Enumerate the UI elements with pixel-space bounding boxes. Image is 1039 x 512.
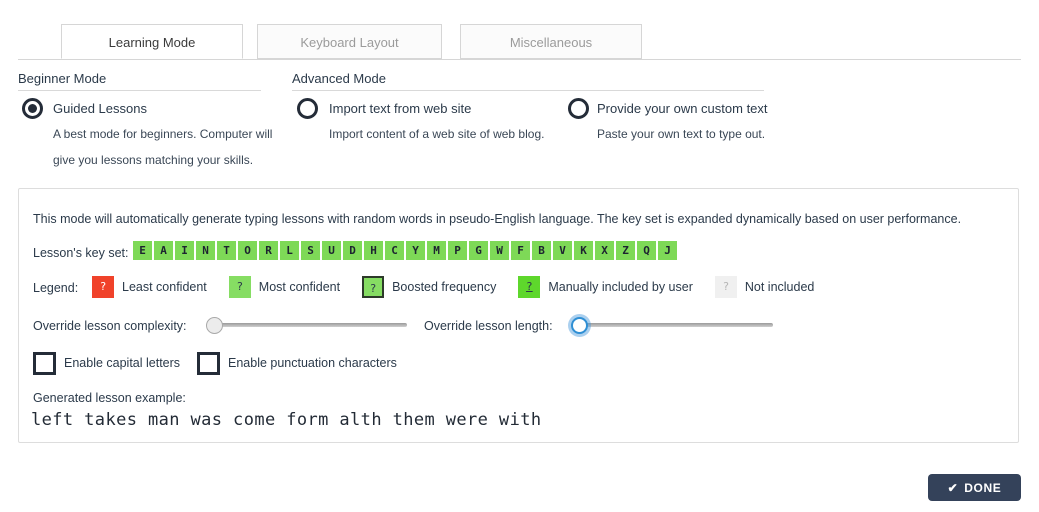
label-capital-letters[interactable]: Enable capital letters	[64, 356, 180, 370]
slider-complexity-label: Override lesson complexity:	[33, 319, 187, 333]
legend-item-least-confident: ? Least confident	[92, 276, 207, 298]
desc-guided-lessons-line2: give you lessons matching your skills.	[53, 153, 254, 167]
keyset-key[interactable]: S	[301, 241, 320, 260]
keyset-key[interactable]: B	[532, 241, 551, 260]
keyset-key[interactable]: Q	[637, 241, 656, 260]
keyset-key[interactable]: O	[238, 241, 257, 260]
checkbox-punctuation-characters[interactable]	[197, 352, 220, 375]
desc-import-from-web: Import content of a web site of web blog…	[329, 127, 545, 141]
keyset-key[interactable]: G	[469, 241, 488, 260]
legend-swatch-least-confident: ?	[92, 276, 114, 298]
slider-complexity-track[interactable]	[213, 323, 407, 327]
slider-length-track[interactable]	[578, 323, 773, 327]
slider-length-label: Override lesson length:	[424, 319, 553, 333]
slider-length-thumb[interactable]	[571, 317, 588, 334]
tab-learning-mode[interactable]: Learning Mode	[61, 24, 243, 59]
legend-text-least-confident: Least confident	[122, 280, 207, 294]
legend-row: ? Least confident ? Most confident ? Boo…	[92, 276, 836, 298]
keyset-key[interactable]: T	[217, 241, 236, 260]
keyset-key[interactable]: C	[385, 241, 404, 260]
keyset-key[interactable]: U	[322, 241, 341, 260]
legend-item-most-confident: ? Most confident	[228, 276, 341, 298]
desc-guided-lessons-line1: A best mode for beginners. Computer will	[53, 127, 273, 141]
keyset-key[interactable]: I	[175, 241, 194, 260]
keyset-key[interactable]: R	[259, 241, 278, 260]
legend-text-manually-included: Manually included by user	[548, 280, 693, 294]
keyset-tiles: EAINTORLSUDHCYMPGWFBVKXZQJ	[133, 241, 677, 260]
tab-bar: Learning Mode Keyboard Layout Miscellane…	[18, 24, 1021, 60]
done-button[interactable]: ✔ DONE	[928, 474, 1021, 501]
panel-description: This mode will automatically generate ty…	[33, 212, 962, 226]
advanced-mode-divider	[292, 90, 764, 91]
legend-swatch-not-included: ?	[714, 276, 737, 298]
slider-complexity-thumb[interactable]	[206, 317, 223, 334]
keyset-key[interactable]: K	[574, 241, 593, 260]
keyset-key[interactable]: L	[280, 241, 299, 260]
tab-keyboard-layout[interactable]: Keyboard Layout	[257, 24, 442, 59]
keyset-key[interactable]: X	[595, 241, 614, 260]
keyset-key[interactable]: W	[490, 241, 509, 260]
keyset-key[interactable]: A	[154, 241, 173, 260]
check-icon: ✔	[947, 480, 959, 495]
keyset-key[interactable]: P	[448, 241, 467, 260]
keyset-key[interactable]: D	[343, 241, 362, 260]
legend-text-most-confident: Most confident	[258, 280, 341, 294]
legend-text-not-included: Not included	[744, 280, 815, 294]
radio-import-from-web[interactable]	[297, 98, 318, 119]
keyset-key[interactable]: Y	[406, 241, 425, 260]
keyset-key[interactable]: J	[658, 241, 677, 260]
desc-custom-text: Paste your own text to type out.	[597, 127, 766, 141]
legend-label: Legend:	[33, 281, 79, 295]
label-punctuation-characters[interactable]: Enable punctuation characters	[228, 356, 397, 370]
keyset-key[interactable]: F	[511, 241, 530, 260]
radio-dot-icon	[28, 104, 37, 113]
advanced-mode-title: Advanced Mode	[292, 71, 386, 86]
generated-lesson-label: Generated lesson example:	[33, 391, 186, 405]
checkbox-capital-letters[interactable]	[33, 352, 56, 375]
keyset-key[interactable]: Z	[616, 241, 635, 260]
keyset-key[interactable]: E	[133, 241, 152, 260]
keyset-key[interactable]: M	[427, 241, 446, 260]
legend-item-manually-included: ? Manually included by user	[518, 276, 693, 298]
keyset-key[interactable]: N	[196, 241, 215, 260]
label-custom-text[interactable]: Provide your own custom text	[597, 101, 768, 116]
done-button-label: DONE	[964, 480, 1002, 495]
label-guided-lessons[interactable]: Guided Lessons	[53, 101, 147, 116]
generated-lesson-text: left takes man was come form alth them w…	[31, 410, 542, 430]
legend-swatch-manually-included: ?	[518, 276, 541, 298]
radio-custom-text[interactable]	[568, 98, 589, 119]
legend-swatch-most-confident: ?	[228, 276, 251, 298]
keyset-key[interactable]: H	[364, 241, 383, 260]
keyset-key[interactable]: V	[553, 241, 572, 260]
beginner-mode-title: Beginner Mode	[18, 71, 107, 86]
legend-text-boosted-frequency: Boosted frequency	[392, 280, 497, 294]
radio-guided-lessons[interactable]	[22, 98, 43, 119]
keyset-label: Lesson's key set:	[33, 246, 129, 260]
label-import-from-web[interactable]: Import text from web site	[329, 101, 471, 116]
legend-item-boosted-frequency: ? Boosted frequency	[362, 276, 496, 298]
legend-item-not-included: ? Not included	[714, 276, 815, 298]
tab-miscellaneous[interactable]: Miscellaneous	[460, 24, 642, 59]
legend-swatch-boosted-frequency: ?	[362, 276, 385, 298]
beginner-mode-divider	[18, 90, 261, 91]
